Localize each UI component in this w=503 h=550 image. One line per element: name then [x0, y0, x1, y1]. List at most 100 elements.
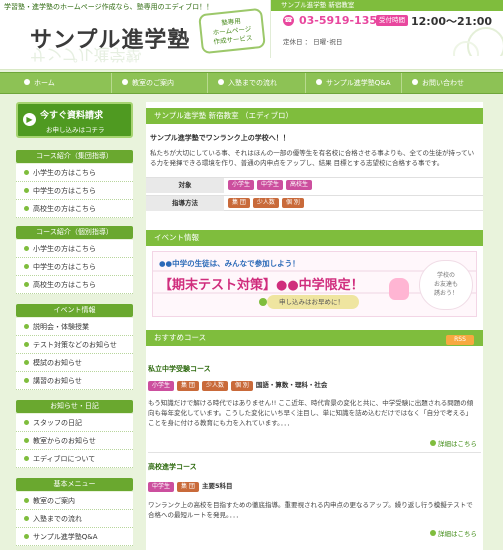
sidebar-item-test-prep[interactable]: テスト対策などのお知らせ	[16, 336, 133, 354]
sidebar-item-label: テスト対策などのお知らせ	[33, 341, 117, 349]
event-side-line: 学校の	[436, 272, 455, 279]
bullet-icon	[24, 420, 29, 425]
method-tag: 集 団	[228, 198, 250, 208]
sidebar-item-seasonal-course[interactable]: 講習のお知らせ	[16, 372, 133, 390]
bullet-icon	[24, 206, 29, 211]
event-side-bubble: 学校の お友達も 誘おう！	[419, 260, 473, 310]
nav-label: 入塾までの流れ	[228, 79, 277, 87]
request-subtitle: お申し込みはコチラ	[46, 126, 105, 134]
sidebar-heading-news: お知らせ・日記	[16, 400, 133, 413]
event-line-2: 【期末テスト対策】●●中学限定！	[159, 278, 364, 293]
course-detail-link[interactable]: 詳細はこちら	[430, 528, 477, 538]
sidebar-heading-basic-menu: 基本メニュー	[16, 478, 133, 491]
course-subjects: 国語・算数・理科・社会	[255, 381, 328, 389]
rabbit-mascot-icon	[389, 278, 409, 300]
sidebar-item-label: スタッフの日記	[33, 419, 82, 427]
course-subjects: 主要5科目	[201, 482, 233, 490]
event-side-line: 誘おう！	[433, 290, 458, 297]
nav-qa[interactable]: サンプル進学塾Q&A	[306, 73, 402, 93]
nav-label: お問い合わせ	[422, 79, 464, 87]
sidebar-item-label: 説明会・体験授業	[33, 323, 89, 331]
course-tag: 中学生	[148, 482, 175, 492]
nav-classroom[interactable]: 教室のご案内	[112, 73, 208, 93]
sidebar-item-group-junior[interactable]: 中学生の方はこちら	[16, 182, 133, 200]
course-title[interactable]: 高校進学コース	[148, 462, 197, 472]
request-title: 今すぐ資料請求	[40, 111, 104, 121]
course-tag: 集 団	[177, 482, 199, 492]
nav-home[interactable]: ホーム	[14, 73, 112, 93]
pen-icon	[259, 298, 267, 306]
rss-button[interactable]: RSS	[446, 335, 474, 345]
detail-link-label: 詳細はこちら	[438, 530, 477, 538]
course-tags: 小学生集 団少人数個 別国語・算数・理科・社会	[148, 379, 327, 391]
course-tag: 小学生	[148, 381, 175, 391]
bullet-icon	[24, 534, 29, 539]
sidebar-item-individual-high[interactable]: 高校生の方はこちら	[16, 276, 133, 294]
sidebar-item-group-elementary[interactable]: 小学生の方はこちら	[16, 164, 133, 182]
intro-heading: サンプル進学塾 新宿教室 （エディブロ）	[146, 108, 483, 124]
course-tag: 集 団	[177, 381, 199, 391]
target-label: 対象	[146, 178, 224, 193]
bullet-icon	[24, 456, 29, 461]
sidebar-item-label: 中学生の方はこちら	[33, 263, 96, 271]
main-content: サンプル進学塾 新宿教室 （エディブロ） サンプル進学塾でワンランク上の学校へ！…	[146, 102, 483, 550]
event-line-1: ●●中学の生徒は、みんなで参加しよう！	[159, 259, 300, 268]
decorative-circles-icon	[453, 27, 503, 56]
phone-icon: ☎	[283, 15, 294, 26]
closed-days: 定休日 ： 日曜･祝日	[283, 38, 343, 46]
event-heading: イベント情報	[146, 230, 483, 246]
course-description: もう知識だけで解ける時代ではありません!! ここ近年、時代背景の変化と共に、中学…	[148, 399, 474, 427]
sidebar-item-briefing[interactable]: 説明会・体験授業	[16, 318, 133, 336]
courses-heading: おすすめコース	[146, 330, 483, 346]
global-nav: ホーム 教室のご案内 入塾までの流れ サンプル進学塾Q&A お問い合わせ	[0, 72, 503, 94]
sidebar-item-individual-junior[interactable]: 中学生の方はこちら	[16, 258, 133, 276]
site-title[interactable]: サンプル進学塾	[30, 22, 190, 54]
sidebar-heading-individual-course: コース紹介（個別指導）	[16, 226, 133, 239]
sidebar-item-classroom-info[interactable]: 教室のご案内	[16, 492, 133, 510]
contact-box: サンプル進学塾 新宿教室 ☎ 03-5919-1356 受付時間 12:00～2…	[270, 0, 503, 58]
nav-bullet-icon	[122, 79, 128, 85]
bullet-icon	[24, 498, 29, 503]
course-tag: 少人数	[201, 381, 228, 391]
sidebar-item-label: 講習のお知らせ	[33, 377, 82, 385]
sidebar-item-label: 高校生の方はこちら	[33, 205, 96, 213]
nav-admission-flow[interactable]: 入塾までの流れ	[208, 73, 306, 93]
sidebar-item-admission-flow[interactable]: 入塾までの流れ	[16, 510, 133, 528]
nav-label: サンプル進学塾Q&A	[326, 79, 391, 87]
sidebar-item-qa[interactable]: サンプル進学塾Q&A	[16, 528, 133, 546]
nav-bullet-icon	[218, 79, 224, 85]
course-detail-link[interactable]: 詳細はこちら	[430, 438, 477, 448]
sidebar: ▶ 今すぐ資料請求 お申し込みはコチラ コース紹介（集団指導） 小学生の方はこち…	[16, 102, 133, 550]
course-tags: 中学生集 団主要5科目	[148, 480, 232, 492]
sidebar-item-individual-elementary[interactable]: 小学生の方はこちら	[16, 240, 133, 258]
bullet-icon	[24, 378, 29, 383]
sidebar-item-label: 模試のお知らせ	[33, 359, 82, 367]
course-tag: 個 別	[230, 381, 253, 391]
target-tag: 高校生	[286, 180, 313, 190]
bullet-icon	[24, 282, 29, 287]
bullet-icon	[24, 360, 29, 365]
bullet-icon	[24, 342, 29, 347]
contact-heading: サンプル進学塾 新宿教室	[271, 0, 503, 11]
target-tag: 中学生	[257, 180, 284, 190]
sidebar-item-about-edublo[interactable]: エディブロについて	[16, 450, 133, 468]
event-banner[interactable]: ●●中学の生徒は、みんなで参加しよう！ 【期末テスト対策】●●中学限定！ 申し込…	[152, 251, 477, 317]
sidebar-item-mock-exam[interactable]: 模試のお知らせ	[16, 354, 133, 372]
bullet-icon	[24, 516, 29, 521]
nav-contact[interactable]: お問い合わせ	[402, 73, 503, 93]
nav-bullet-icon	[412, 79, 418, 85]
sidebar-heading-group-course: コース紹介（集団指導）	[16, 150, 133, 163]
sidebar-item-label: 教室からのお知らせ	[33, 437, 96, 445]
course-title[interactable]: 私立中学受験コース	[148, 364, 211, 374]
sidebar-item-label: サンプル進学塾Q&A	[33, 533, 98, 541]
sidebar-item-staff-diary[interactable]: スタッフの日記	[16, 414, 133, 432]
target-tags: 小学生 中学生 高校生	[228, 180, 315, 190]
nav-bullet-icon	[24, 79, 30, 85]
bullet-icon	[24, 188, 29, 193]
phone-number[interactable]: 03-5919-1356	[299, 14, 385, 27]
arrow-right-icon: ▶	[23, 113, 36, 126]
sidebar-item-classroom-news[interactable]: 教室からのお知らせ	[16, 432, 133, 450]
sidebar-item-group-high[interactable]: 高校生の方はこちら	[16, 200, 133, 218]
document-request-button[interactable]: ▶ 今すぐ資料請求 お申し込みはコチラ	[16, 102, 133, 138]
event-apply-label: 申し込みはお早めに！	[267, 295, 359, 309]
